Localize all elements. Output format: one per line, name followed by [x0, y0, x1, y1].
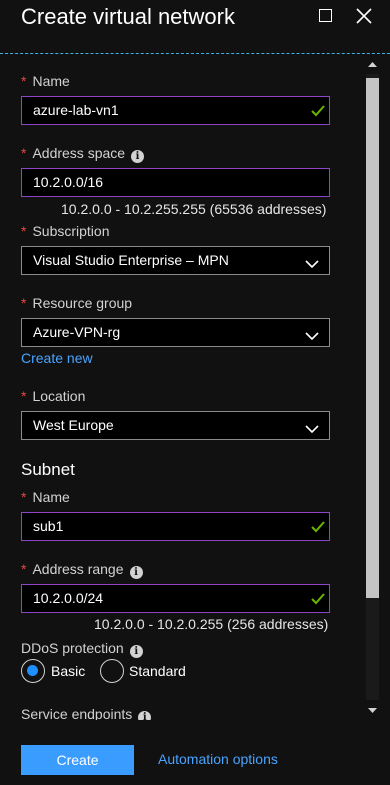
ddos-basic-radio[interactable]	[21, 659, 45, 683]
subscription-label: * Subscription	[21, 223, 110, 239]
ddos-standard-radio[interactable]	[100, 659, 124, 683]
info-icon[interactable]: i	[131, 150, 145, 163]
scroll-down-arrow-icon[interactable]	[366, 703, 379, 717]
chevron-down-icon	[305, 256, 319, 274]
resource-group-label: * Resource group	[21, 295, 133, 311]
required-asterisk: *	[21, 295, 27, 311]
subnet-name-field[interactable]: sub1	[21, 512, 330, 541]
required-asterisk: *	[21, 489, 27, 505]
checkmark-icon	[311, 104, 325, 122]
required-asterisk: *	[21, 561, 27, 577]
info-icon[interactable]: i	[129, 566, 143, 579]
address-range-label: * Address range i	[21, 561, 143, 579]
address-space-value: 10.2.0.0/16	[33, 174, 104, 190]
address-range-value: 10.2.0.0/24	[33, 590, 104, 606]
blade-header: Create virtual network	[0, 0, 390, 54]
subnet-name-value: sub1	[33, 518, 64, 534]
required-asterisk: *	[21, 73, 27, 89]
scrollbar-thumb[interactable]	[366, 78, 379, 598]
ddos-standard-label[interactable]: Standard	[129, 663, 186, 679]
required-asterisk: *	[21, 145, 27, 161]
resource-group-dropdown[interactable]: Azure-VPN-rg	[21, 318, 330, 347]
subnet-name-label: * Name	[21, 489, 70, 505]
info-icon[interactable]: i	[129, 645, 143, 658]
chevron-down-icon	[305, 421, 319, 439]
create-new-link[interactable]: Create new	[21, 350, 93, 366]
ddos-label: DDoS protection i	[21, 640, 143, 658]
address-space-hint: 10.2.0.0 - 10.2.255.255 (65536 addresses…	[61, 201, 327, 217]
page-title: Create virtual network	[21, 4, 235, 29]
name-field[interactable]: azure-lab-vn1	[21, 96, 330, 125]
address-space-label: * Address space i	[21, 145, 145, 163]
subscription-dropdown[interactable]: Visual Studio Enterprise – MPN	[21, 246, 330, 275]
subnet-heading: Subnet	[21, 460, 75, 479]
close-icon[interactable]	[354, 6, 374, 26]
ddos-basic-label[interactable]: Basic	[51, 663, 85, 679]
service-endpoints-label: Service endpoints i	[21, 706, 152, 720]
location-label: * Location	[21, 388, 86, 404]
address-range-hint: 10.2.0.0 - 10.2.0.255 (256 addresses)	[94, 616, 329, 632]
required-asterisk: *	[21, 223, 27, 239]
address-range-field[interactable]: 10.2.0.0/24	[21, 584, 330, 613]
checkmark-icon	[311, 592, 325, 610]
required-asterisk: *	[21, 388, 27, 404]
address-space-field[interactable]: 10.2.0.0/16	[21, 168, 330, 197]
scroll-up-arrow-icon[interactable]	[366, 58, 379, 72]
chevron-down-icon	[305, 328, 319, 346]
create-button[interactable]: Create	[21, 745, 134, 775]
location-value: West Europe	[33, 417, 114, 433]
location-dropdown[interactable]: West Europe	[21, 411, 330, 440]
name-value: azure-lab-vn1	[33, 102, 119, 118]
automation-options-link[interactable]: Automation options	[158, 751, 278, 767]
info-icon[interactable]: i	[138, 711, 152, 720]
checkmark-icon	[311, 520, 325, 538]
maximize-icon[interactable]	[316, 6, 336, 26]
form-content: * Name azure-lab-vn1 * Address space i 10.2…	[0, 54, 364, 720]
subscription-value: Visual Studio Enterprise – MPN	[33, 252, 229, 268]
resource-group-value: Azure-VPN-rg	[33, 324, 121, 340]
name-label: * Name	[21, 73, 70, 89]
